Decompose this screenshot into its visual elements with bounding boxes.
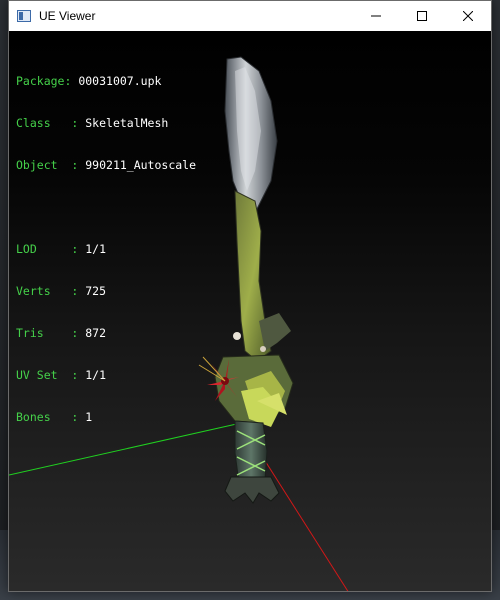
- close-icon: [463, 11, 473, 21]
- separator: :: [64, 74, 79, 88]
- mesh-info-panel: Package: 00031007.upk Class : SkeletalMe…: [16, 46, 196, 452]
- object-label: Object: [16, 158, 58, 172]
- separator: :: [43, 326, 86, 340]
- desktop-background-left: [0, 0, 8, 600]
- separator: :: [50, 116, 86, 130]
- separator: :: [57, 158, 86, 172]
- minimize-button[interactable]: [353, 1, 399, 31]
- tris-label: Tris: [16, 326, 44, 340]
- window-title: UE Viewer: [39, 9, 96, 23]
- app-window-icon: [17, 10, 31, 22]
- verts-label: Verts: [16, 284, 51, 298]
- uvset-label: UV Set: [16, 368, 58, 382]
- tris-value: 872: [85, 326, 107, 340]
- 3d-viewport[interactable]: Package: 00031007.upk Class : SkeletalMe…: [9, 31, 491, 591]
- class-label: Class: [16, 116, 51, 130]
- package-row: Package: 00031007.upk: [16, 74, 196, 88]
- object-row: Object : 990211_Autoscale: [16, 158, 196, 172]
- verts-row: Verts : 725: [16, 284, 196, 298]
- close-button[interactable]: [445, 1, 491, 31]
- class-row: Class : SkeletalMesh: [16, 116, 196, 130]
- lod-label: LOD: [16, 242, 37, 256]
- maximize-icon: [417, 11, 427, 21]
- class-value: SkeletalMesh: [85, 116, 169, 130]
- uvset-row: UV Set : 1/1: [16, 368, 196, 382]
- minimize-icon: [371, 15, 381, 17]
- verts-value: 725: [85, 284, 107, 298]
- separator: :: [50, 284, 86, 298]
- uvset-value: 1/1: [85, 368, 107, 382]
- lod-value: 1/1: [85, 242, 107, 256]
- bones-row: Bones : 1: [16, 410, 196, 424]
- title-bar[interactable]: UE Viewer: [9, 1, 491, 31]
- bones-value: 1: [85, 410, 93, 424]
- sword-pommel: [224, 476, 280, 504]
- object-value: 990211_Autoscale: [85, 158, 197, 172]
- separator: :: [50, 410, 86, 424]
- tris-row: Tris : 872: [16, 326, 196, 340]
- ue-viewer-window: UE Viewer Package: 00031007.upk Class: …: [8, 0, 492, 592]
- info-gap: [16, 200, 196, 214]
- package-value: 00031007.upk: [78, 74, 162, 88]
- bones-label: Bones: [16, 410, 51, 424]
- lod-row: LOD : 1/1: [16, 242, 196, 256]
- separator: :: [36, 242, 86, 256]
- maximize-button[interactable]: [399, 1, 445, 31]
- package-label: Package: [16, 74, 65, 88]
- desktop-background-right: [492, 0, 500, 600]
- separator: :: [57, 368, 86, 382]
